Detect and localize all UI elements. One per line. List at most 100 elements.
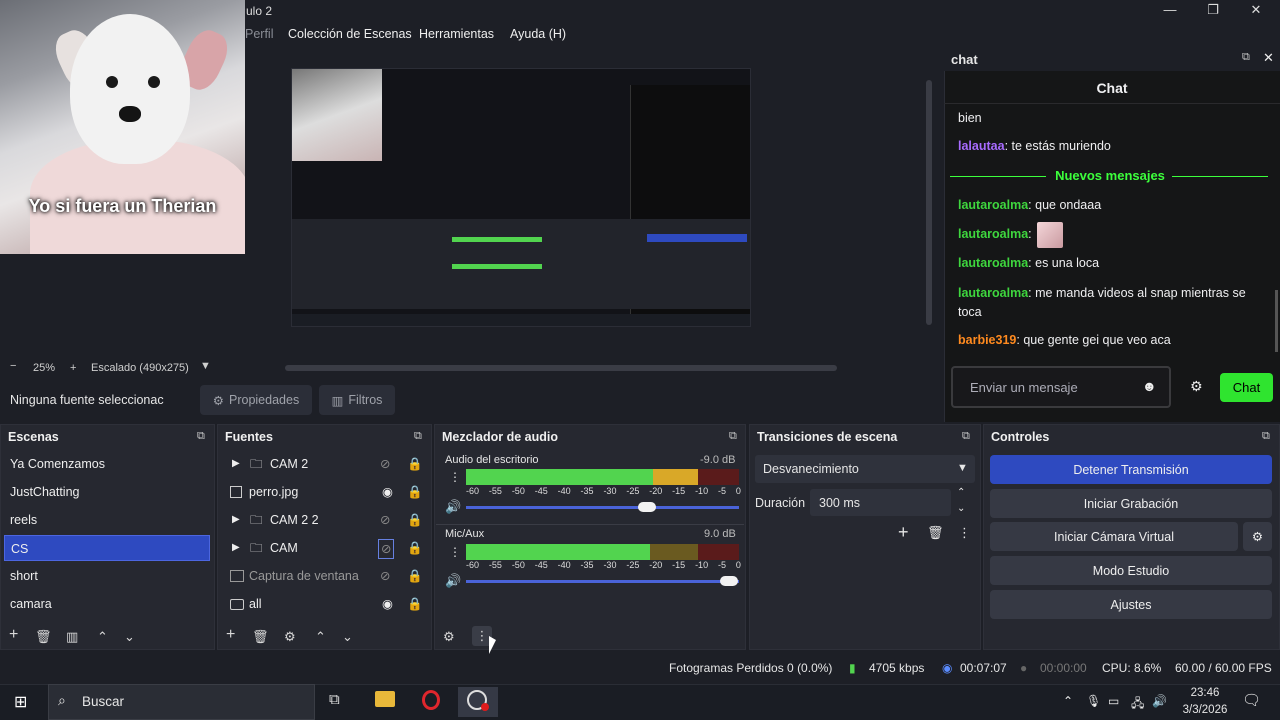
chevron-down-icon[interactable]: ⌄ [342,629,353,645]
studio-mode-button[interactable]: Modo Estudio [990,556,1272,585]
windows-start-icon[interactable]: ⊞ [14,692,27,712]
chat-send-button[interactable]: Chat [1220,373,1273,402]
menu-help[interactable]: Ayuda (H) [510,27,566,41]
preview-vertical-scrollbar[interactable] [926,80,932,325]
chat-username[interactable]: lautaroalma [958,198,1028,212]
trash-icon[interactable]: 🗑 [35,629,52,645]
undock-icon[interactable]: ⧉ [197,430,205,443]
chevron-down-icon[interactable]: ▼ [957,462,968,474]
hidden-eye-icon[interactable]: ⊘ [380,563,390,589]
close-button[interactable]: ✕ [1246,2,1266,18]
lock-icon[interactable]: 🔒 [407,535,423,561]
opera-icon[interactable] [422,690,440,710]
eye-icon[interactable]: ◉ [382,591,393,617]
battery-icon[interactable]: ▭ [1108,694,1119,708]
menu-tools[interactable]: Herramientas [419,27,494,41]
start-recording-button[interactable]: Iniciar Grabación [990,489,1272,518]
filter-icon[interactable]: ▥ [66,629,78,645]
volume-icon[interactable]: 🔊 [1152,694,1167,708]
network-icon[interactable]: 🖧 [1131,694,1144,715]
notifications-icon[interactable]: 🗨 [1242,691,1261,709]
source-item[interactable]: perro.jpg ◉ 🔒 [222,479,428,505]
maximize-button[interactable]: ❐ [1203,2,1223,18]
stop-streaming-button[interactable]: Detener Transmisión [990,455,1272,484]
advanced-audio-icon[interactable]: ⚙ [443,629,455,645]
hidden-eye-icon[interactable]: ⊘ [380,507,390,533]
scene-item-selected[interactable]: CS [4,535,210,561]
file-explorer-icon[interactable] [375,691,395,707]
task-view-icon[interactable]: ⧉ [329,691,340,708]
zoom-plus-icon[interactable]: + [70,362,76,374]
undock-icon[interactable]: ⧉ [962,430,970,443]
undock-icon[interactable]: ⧉ [414,430,422,443]
gear-icon[interactable]: ⚙ [284,629,296,645]
virtual-camera-settings-icon[interactable]: ⚙ [1243,522,1272,551]
close-dock-icon[interactable]: ✕ [1263,50,1274,66]
source-item[interactable]: ▶ 🗀 CAM 2 ⊘ 🔒 [222,451,428,477]
lock-icon[interactable]: 🔒 [407,507,423,533]
preview-canvas[interactable] [291,68,751,327]
clock-time[interactable]: 23:46 [1180,687,1230,699]
scaling-dropdown-icon[interactable]: ▼ [200,360,211,372]
menu-scene-collection[interactable]: Colección de Escenas [288,27,412,41]
emote-picker-icon[interactable]: ☻ [1142,378,1157,394]
chevron-up-icon[interactable]: ⌃ [97,629,108,645]
tray-chevron-icon[interactable]: ⌃ [1063,694,1073,708]
chevron-down-icon[interactable]: ⌄ [957,503,965,514]
start-virtual-camera-button[interactable]: Iniciar Cámara Virtual [990,522,1238,551]
source-item[interactable]: ▶ 🗀 CAM ⊘ 🔒 [222,535,428,561]
trash-icon[interactable]: 🗑 [252,629,269,645]
chevron-down-icon[interactable]: ⌄ [124,629,135,645]
hidden-eye-icon[interactable]: ⊘ [378,539,395,559]
volume-slider[interactable] [466,580,739,583]
volume-slider[interactable] [466,506,739,509]
lock-icon[interactable]: 🔒 [407,563,423,589]
chat-username[interactable]: barbie319 [958,333,1016,347]
lock-icon[interactable]: 🔒 [407,451,423,477]
chat-username[interactable]: lautaroalma [958,227,1028,241]
zoom-out-button[interactable]: − [10,360,16,372]
menu-profile[interactable]: Perfil [245,27,273,41]
scene-item[interactable]: reels [4,507,210,533]
track-menu-icon[interactable]: ⋮ [449,470,461,484]
preview-horizontal-scrollbar[interactable] [285,365,837,371]
track-menu-icon[interactable]: ⋮ [449,545,461,559]
volume-knob[interactable] [638,502,656,512]
expand-arrow-icon[interactable]: ▶ [232,535,240,561]
eye-icon[interactable]: ◉ [382,479,393,505]
clock-date[interactable]: 3/3/2026 [1174,704,1236,716]
chat-username[interactable]: lalautaa [958,139,1005,153]
lock-icon[interactable]: 🔒 [407,591,423,617]
trash-icon[interactable]: 🗑 [927,525,944,541]
properties-button[interactable]: ⚙ Propiedades [200,385,312,415]
chevron-up-icon[interactable]: ⌃ [957,487,965,498]
filters-button[interactable]: ▥ Filtros [319,385,395,415]
chat-settings-icon[interactable]: ⚙ [1190,378,1203,395]
add-icon[interactable]: + [226,626,235,644]
scene-item[interactable]: camara [4,591,210,617]
add-icon[interactable]: + [898,522,909,543]
source-item[interactable]: ▶ 🗀 CAM 2 2 ⊘ 🔒 [222,507,428,533]
volume-knob[interactable] [720,576,738,586]
source-item[interactable]: Captura de ventana ⊘ 🔒 [222,563,428,589]
microphone-icon[interactable]: 🎙 [1086,694,1101,708]
scene-item[interactable]: short [4,563,210,589]
speaker-icon[interactable]: 🔊 [445,573,461,589]
scene-item[interactable]: JustChatting [4,479,210,505]
chat-scrollbar[interactable] [1275,290,1278,352]
settings-button[interactable]: Ajustes [990,590,1272,619]
source-item[interactable]: all ◉ 🔒 [222,591,428,617]
scene-item[interactable]: Ya Comenzamos [4,451,210,477]
add-icon[interactable]: + [9,626,18,644]
chat-emote-image[interactable] [1037,222,1063,248]
lock-icon[interactable]: 🔒 [407,479,423,505]
expand-arrow-icon[interactable]: ▶ [232,507,240,533]
minimize-button[interactable]: — [1160,2,1180,17]
chevron-up-icon[interactable]: ⌃ [315,629,326,645]
hidden-eye-icon[interactable]: ⊘ [380,451,390,477]
more-icon[interactable]: ⋮ [958,525,971,541]
chat-username[interactable]: lautaroalma [958,256,1028,270]
undock-icon[interactable]: ⧉ [1262,430,1270,443]
expand-arrow-icon[interactable]: ▶ [232,451,240,477]
speaker-icon[interactable]: 🔊 [445,499,461,515]
